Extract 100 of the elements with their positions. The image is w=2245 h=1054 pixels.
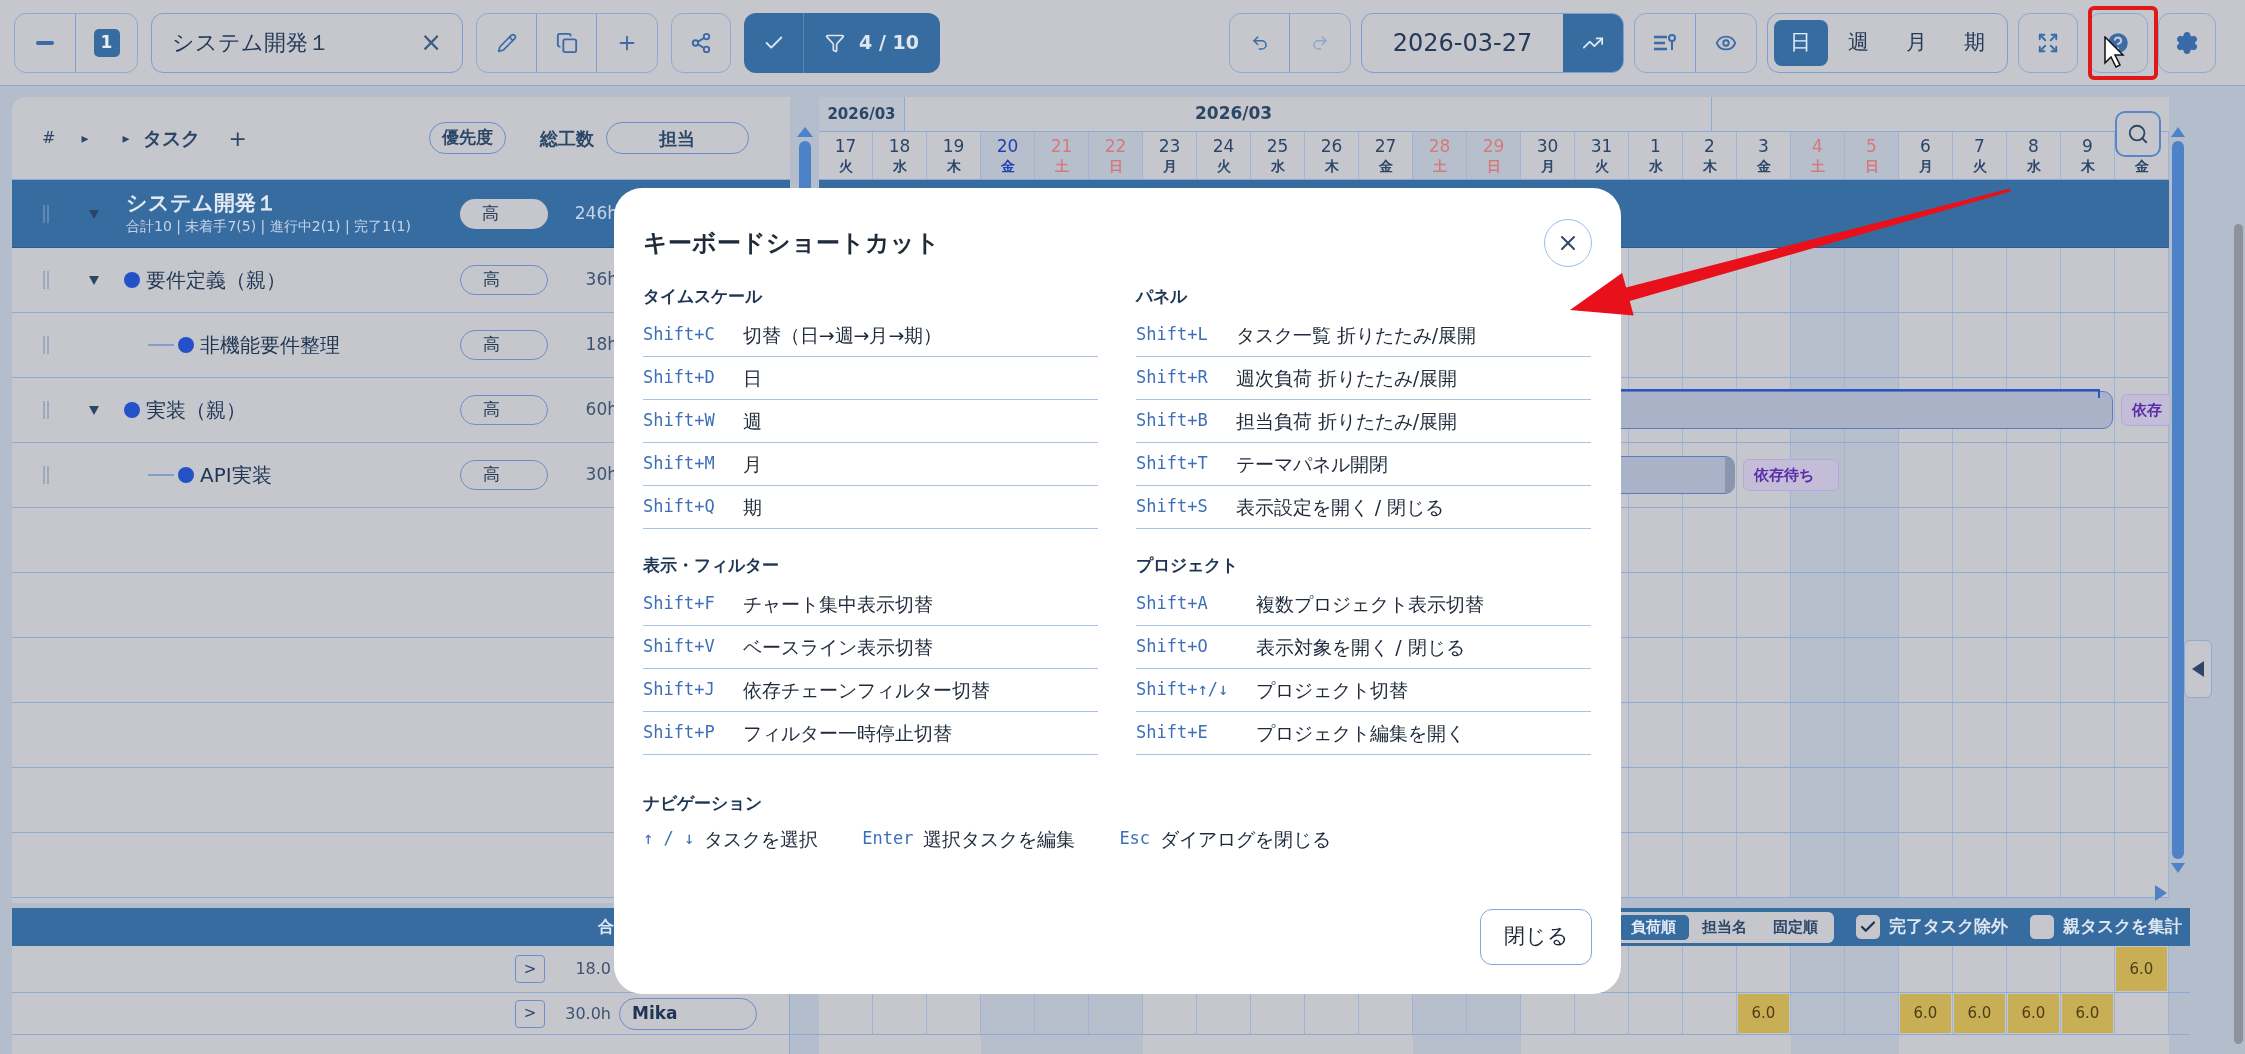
day-header: 25 水: [1251, 132, 1305, 179]
drag-handle-icon[interactable]: [42, 336, 50, 354]
scale-tab[interactable]: 月: [1889, 19, 1944, 66]
shortcut-key: Shift+E: [1136, 712, 1257, 755]
scroll-right-icon: [2155, 885, 2167, 901]
day-header: 2 木: [1683, 132, 1737, 179]
shortcut-label: チャート集中表示切替: [742, 583, 1098, 626]
month-label: 2026/03: [905, 97, 1712, 131]
drag-handle-icon[interactable]: [42, 204, 50, 223]
shortcut-label: 週次負荷 折りたたみ/展開: [1235, 357, 1591, 400]
scale-tab[interactable]: 日: [1774, 19, 1828, 66]
shortcut-key: Shift+B: [1136, 400, 1236, 443]
load-cell: 6.0: [2062, 994, 2113, 1033]
close-dialog-button[interactable]: 閉じる: [1480, 909, 1592, 965]
checkbox[interactable]: [2030, 915, 2054, 939]
task-header: タスク: [143, 125, 201, 151]
shortcut-key: Shift+J: [643, 669, 743, 712]
collapse-all-button[interactable]: ▸: [122, 127, 130, 149]
day-header: 22 日: [1089, 132, 1143, 179]
day-header: 23 月: [1143, 132, 1197, 179]
sort-tab[interactable]: 固定順: [1760, 914, 1831, 940]
side-panel-toggle[interactable]: [2184, 640, 2212, 698]
clear-button[interactable]: ×: [420, 23, 442, 62]
hours-value: 18.0: [574, 958, 611, 980]
option-label: 完了タスク除外: [1889, 915, 2008, 939]
shortcut-label: 日: [742, 357, 1098, 400]
undo-icon: [1250, 33, 1269, 52]
date-value: 2026-03-27: [1391, 27, 1534, 59]
load-cell: 6.0: [1954, 994, 2005, 1033]
shortcut-label: タスク一覧 折りたたみ/展開: [1235, 314, 1591, 357]
shortcut-label: フィルター一時停止切替: [742, 712, 1098, 755]
section-title: パネル: [1136, 285, 1189, 309]
collapse-left-icon: [2192, 661, 2204, 677]
filter-button[interactable]: 4 / 10: [804, 12, 940, 73]
task-name: 要件定義（親）: [146, 267, 286, 294]
day-header: 17 火: [819, 132, 873, 179]
expand-button[interactable]: >: [515, 999, 545, 1028]
search-button[interactable]: [2115, 111, 2161, 157]
level-button[interactable]: 1: [76, 13, 137, 72]
scale-tab[interactable]: 週: [1831, 19, 1886, 66]
shortcut-label: 複数プロジェクト表示切替: [1256, 583, 1591, 626]
project-field[interactable]: システム開発１ ×: [151, 12, 463, 73]
shortcut-key: Shift+Q: [643, 486, 743, 529]
day-header: 18 水: [873, 132, 927, 179]
shortcut-label: ベースライン表示切替: [742, 626, 1098, 669]
date-field[interactable]: 2026-03-27: [1361, 12, 1624, 73]
expand-button[interactable]: >: [515, 955, 545, 983]
shortcut-key: Shift+L: [1136, 314, 1236, 357]
project-summary: 合計10 | 未着手7(5) | 進行中2(1) | 完了1(1): [126, 217, 412, 237]
shortcut-key: Shift+P: [643, 712, 743, 755]
shortcut-label: 表示対象を開く / 閉じる: [1256, 626, 1591, 669]
trend-button[interactable]: [1563, 13, 1623, 72]
minus-icon: [36, 40, 54, 45]
shortcut-key: Enter: [862, 826, 914, 852]
copy-icon: [555, 31, 578, 54]
collapse-arrow-icon[interactable]: [88, 274, 100, 286]
shortcut-label: プロジェクト編集を開く: [1256, 712, 1591, 755]
load-cell: 6.0: [1738, 994, 1789, 1033]
shortcut-key: Shift+W: [643, 400, 743, 443]
project-title: システム開発１: [126, 190, 278, 216]
sort-tab[interactable]: 担当名: [1689, 914, 1760, 940]
scrollbar-thumb[interactable]: [2172, 141, 2184, 859]
priority-field[interactable]: 高: [460, 198, 548, 229]
drag-handle-icon[interactable]: [42, 401, 50, 419]
number-header: #: [42, 127, 56, 149]
add-task-button[interactable]: +: [228, 121, 247, 155]
expand-all-button[interactable]: ▸: [81, 127, 89, 149]
day-header: 24 火: [1197, 132, 1251, 179]
sort-tab[interactable]: 負荷順: [1618, 914, 1689, 940]
day-header: 6 月: [1899, 132, 1953, 179]
tree-line-icon: [148, 343, 174, 347]
shortcut-label: 月: [742, 443, 1098, 486]
shortcut-label: 切替（日→週→月→期）: [742, 314, 1098, 357]
day-header: 26 木: [1305, 132, 1359, 179]
checkbox[interactable]: [1856, 915, 1880, 939]
drag-handle-icon[interactable]: [42, 271, 50, 289]
day-header: 8 水: [2007, 132, 2061, 179]
shortcut-label: タスクを選択: [704, 826, 819, 852]
page-scrollbar[interactable]: [2234, 224, 2243, 1044]
fullscreen-icon: [2037, 31, 2059, 54]
status-badge: 依存待ち: [1743, 459, 1839, 491]
shortcut-label: 依存チェーンフィルター切替: [742, 669, 1098, 712]
option-label: 親タスクを集計: [2063, 915, 2182, 939]
share-icon: [690, 31, 712, 54]
day-header: 5 日: [1845, 132, 1899, 179]
scale-tab[interactable]: 期: [1947, 19, 2001, 66]
total-header: 合: [598, 916, 614, 938]
task-name: API実装: [200, 462, 272, 489]
day-header: 20 金: [981, 132, 1035, 179]
day-header: 31 火: [1575, 132, 1629, 179]
day-header: 30 月: [1521, 132, 1575, 179]
shortcut-key: Shift+T: [1136, 443, 1236, 486]
shortcut-key: Esc: [1119, 826, 1151, 852]
search-icon: [2127, 123, 2149, 145]
drag-handle-icon[interactable]: [42, 466, 50, 484]
shortcut-label: ダイアログを閉じる: [1160, 826, 1332, 852]
list-icon: [1652, 32, 1677, 53]
day-header: 1 水: [1629, 132, 1683, 179]
shortcut-key: Shift+V: [643, 626, 743, 669]
collapse-arrow-icon[interactable]: [88, 404, 100, 416]
